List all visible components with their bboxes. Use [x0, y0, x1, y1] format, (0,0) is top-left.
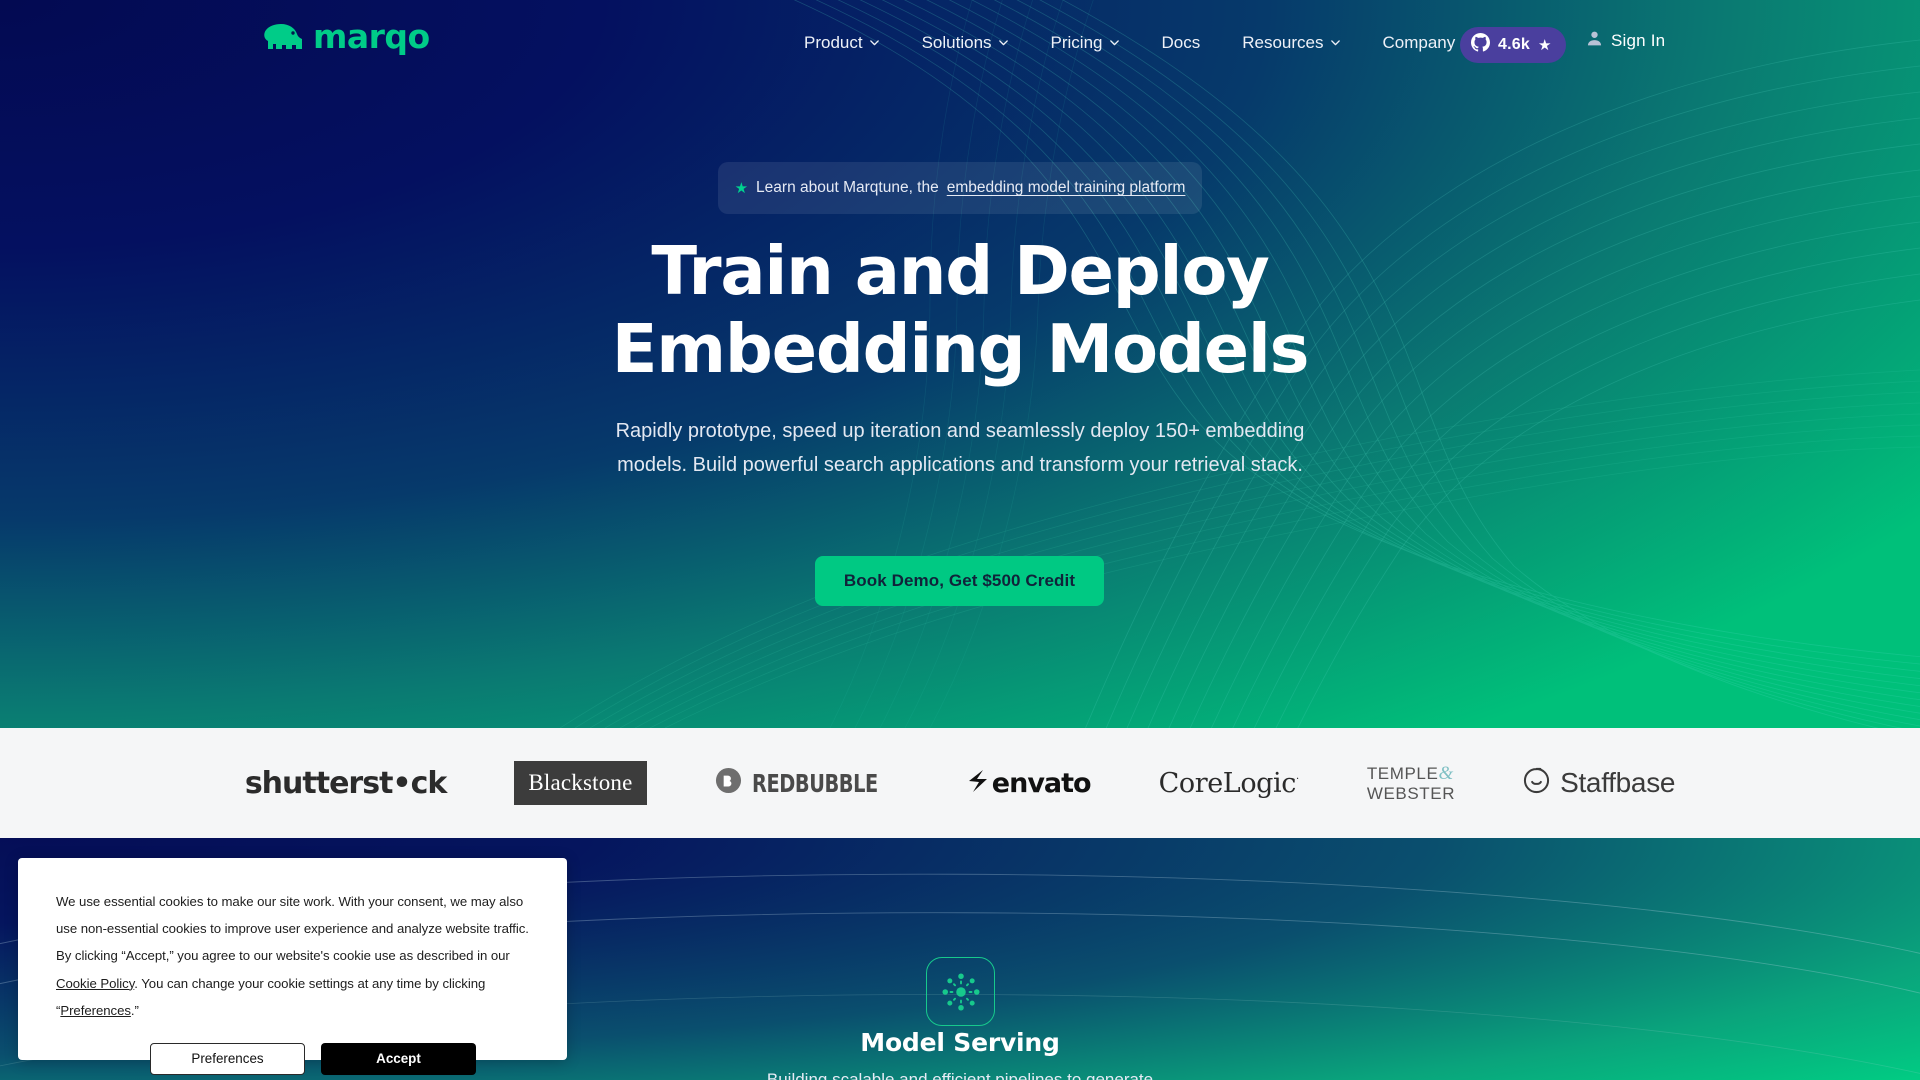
preferences-inline-link[interactable]: Preferences	[60, 1003, 131, 1018]
cookie-consent-banner: We use essential cookies to make our sit…	[18, 858, 567, 1075]
github-star-count: 4.6k	[1498, 36, 1530, 53]
blackstone-logo-text: Blackstone	[528, 770, 633, 795]
sign-in-label: Sign In	[1611, 31, 1666, 50]
temple-webster-line-2: WEBSTER	[1366, 784, 1456, 804]
temple-webster-line-1: TEMPLE&	[1367, 763, 1455, 784]
top-navigation-bar: marqo Product Solutions Pricing Docs Res…	[0, 0, 1920, 86]
redbubble-logo-text: REDBUBBLE	[751, 768, 878, 798]
nav-item-docs[interactable]: Docs	[1141, 0, 1222, 86]
accept-button[interactable]: Accept	[321, 1042, 476, 1075]
headline-line-2: Embedding Models	[611, 310, 1310, 389]
model-serving-network-icon	[926, 957, 995, 1026]
headline-line-1: Train and Deploy	[651, 232, 1269, 310]
sign-in-button[interactable]: Sign In	[1586, 30, 1665, 52]
nav-links: Product Solutions Pricing Docs Resources…	[783, 0, 1493, 86]
banner-text: Learn about Marqtune, the	[756, 179, 939, 196]
cookie-actions: Preferences Accept	[56, 1042, 529, 1075]
chevron-down-icon	[869, 37, 880, 48]
staffbase-smile-icon	[1523, 767, 1550, 799]
logo-envato: envato	[932, 728, 1125, 838]
chevron-down-icon	[1109, 37, 1120, 48]
customer-logo-strip: shutterst•ck Blackstone REDBUBBLE envato…	[0, 728, 1920, 838]
banner-link[interactable]: embedding model training platform	[947, 179, 1186, 197]
nav-label-product: Product	[804, 33, 863, 52]
corelogic-wordmark: CoreLogic	[1158, 767, 1297, 799]
user-icon	[1586, 30, 1603, 52]
cookie-policy-link[interactable]: Cookie Policy	[56, 976, 134, 991]
brand-logo[interactable]: marqo	[262, 20, 430, 53]
brand-name: marqo	[313, 17, 430, 56]
chevron-down-icon	[998, 37, 1009, 48]
staffbase-logo-text: Staffbase	[1560, 767, 1676, 798]
shutterstock-logo-text: shutterst•ck	[244, 765, 448, 801]
ampersand-glyph: &	[1438, 762, 1454, 784]
nav-label-pricing: Pricing	[1050, 33, 1103, 52]
corelogic-trademark: ·	[1296, 773, 1299, 785]
cookie-text-part-3: .”	[130, 1002, 139, 1018]
logo-temple-webster: TEMPLE& WEBSTER	[1333, 728, 1489, 838]
star-icon: ★	[1537, 37, 1552, 54]
github-icon	[1471, 33, 1490, 57]
nav-label-solutions: Solutions	[921, 33, 992, 52]
hero-subheading: Rapidly prototype, speed up iteration an…	[615, 420, 1305, 476]
book-demo-button[interactable]: Book Demo, Get $500 Credit	[815, 556, 1104, 606]
nav-label-company: Company	[1382, 33, 1456, 52]
hero-section: marqo Product Solutions Pricing Docs Res…	[0, 0, 1920, 728]
nav-item-resources[interactable]: Resources	[1221, 0, 1361, 86]
feature-description: Building scalable and efficient pipeline…	[766, 1070, 1154, 1080]
envato-logo-text: envato	[991, 767, 1092, 799]
star-icon: ★	[734, 179, 749, 197]
marqtune-announcement-banner[interactable]: ★ Learn about Marqtune, the embedding mo…	[718, 162, 1202, 214]
redbubble-icon	[715, 767, 742, 799]
nav-item-product[interactable]: Product	[783, 0, 901, 86]
preferences-button[interactable]: Preferences	[150, 1042, 305, 1075]
blackstone-logo-box: Blackstone	[514, 761, 647, 805]
logo-redbubble: REDBUBBLE	[681, 728, 932, 838]
envato-bolt-icon	[966, 768, 990, 799]
marqo-landing-page: marqo Product Solutions Pricing Docs Res…	[0, 0, 1920, 1080]
cookie-consent-text: We use essential cookies to make our sit…	[56, 888, 529, 1024]
page-title: Train and Deploy Embedding Models	[0, 232, 1920, 389]
logo-staffbase: Staffbase	[1489, 728, 1709, 838]
cookie-text-part-1: We use essential cookies to make our sit…	[56, 894, 529, 964]
nav-label-resources: Resources	[1242, 33, 1324, 52]
nav-item-pricing[interactable]: Pricing	[1030, 0, 1141, 86]
logo-blackstone: Blackstone	[480, 728, 680, 838]
corelogic-logo-text: CoreLogic·	[1158, 767, 1300, 799]
logo-corelogic: CoreLogic·	[1125, 728, 1333, 838]
github-stars-badge[interactable]: 4.6k ★	[1460, 27, 1567, 63]
chevron-down-icon	[1330, 37, 1341, 48]
logo-shutterstock: shutterst•ck	[211, 728, 481, 838]
nav-item-solutions[interactable]: Solutions	[901, 0, 1030, 86]
marqo-hippo-logo-icon	[262, 22, 304, 52]
temple-text: TEMPLE	[1366, 763, 1439, 783]
nav-label-docs: Docs	[1161, 33, 1201, 52]
